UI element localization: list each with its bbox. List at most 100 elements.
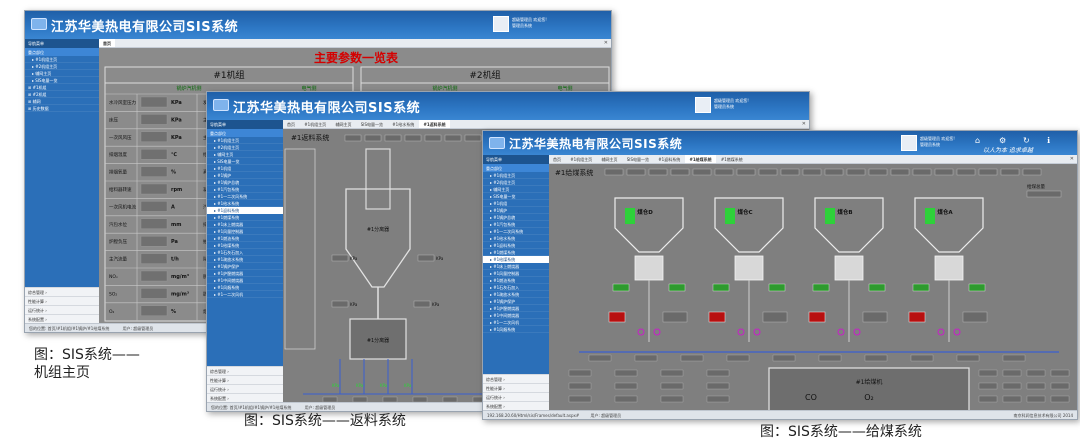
sidebar-item[interactable]: ▸ #1一二次风机	[483, 319, 549, 326]
readout-box	[802, 168, 822, 176]
tab-return[interactable]: #1返料系统	[419, 120, 450, 128]
avatar[interactable]	[493, 16, 509, 32]
refresh-icon[interactable]: ↻	[1023, 136, 1030, 145]
sidebar-item[interactable]: ▸ SIS电量一览	[207, 158, 283, 165]
sidebar-item[interactable]: ▸ 辅网主页	[25, 70, 99, 77]
param-unit: rpm	[171, 187, 182, 193]
sidebar-item[interactable]: ▸ #1风量控制器	[483, 270, 549, 277]
sidebar-item[interactable]: ▸ #1汽包系统	[483, 221, 549, 228]
sidebar-item[interactable]: ▸ 辅网主页	[483, 186, 549, 193]
sidebar-item[interactable]: ▸ #1机组	[483, 200, 549, 207]
readout-box	[824, 168, 844, 176]
sidebar-item[interactable]: ▸ #1机组主页	[207, 137, 283, 144]
sidebar-item[interactable]: ▸ #1床上燃烧器	[207, 221, 283, 228]
sidebar-group-key[interactable]: 重点部位	[207, 129, 283, 137]
tab-coal-feed[interactable]: #1给煤系统	[685, 155, 716, 163]
tab-unit1[interactable]: #1机组主页	[300, 120, 330, 128]
sidebar-item[interactable]: ▸ #2机组主页	[25, 63, 99, 70]
readout-box	[1050, 369, 1070, 377]
sidebar-item[interactable]: ▸ #1炉膛燃烧器	[207, 270, 283, 277]
sidebar-bottom-item[interactable]: 运行统计 ›	[483, 392, 549, 401]
sidebar-category[interactable]: ⊞ 辅网	[25, 98, 99, 105]
sidebar-item[interactable]: ▸ #1锅炉保护	[483, 298, 549, 305]
sidebar-item[interactable]: ▸ #1风量控制器	[207, 228, 283, 235]
sidebar-item[interactable]: ▸ #1一二次风系统	[207, 193, 283, 200]
tab-home[interactable]: 首页	[99, 39, 115, 47]
sidebar-item[interactable]: ▸ #1给煤系统	[483, 256, 549, 263]
sidebar-item[interactable]: ▸ #1疏放水系统	[207, 256, 283, 263]
tab-unit1[interactable]: #1机组主页	[566, 155, 596, 163]
sidebar-category[interactable]: ⊞ #2机组	[25, 91, 99, 98]
sidebar-item[interactable]: ▸ #1机组主页	[483, 172, 549, 179]
tab-home[interactable]: 首页	[549, 155, 565, 163]
sidebar-item[interactable]: ▸ #1锅炉	[207, 172, 283, 179]
co-label: CO	[805, 393, 817, 402]
readout-box	[714, 168, 734, 176]
sidebar-item[interactable]: ▸ #1汽包系统	[207, 186, 283, 193]
tab-aux[interactable]: 辅网主页	[331, 120, 355, 128]
settings-icon[interactable]: ⚙	[999, 136, 1006, 145]
sidebar-item[interactable]: ▸ #1机组主页	[25, 56, 99, 63]
sidebar-item[interactable]: ▸ #1锅炉保护	[207, 263, 283, 270]
close-icon[interactable]: ✕	[604, 40, 608, 46]
sidebar-category[interactable]: ⊞ #1机组	[25, 84, 99, 91]
sidebar-item[interactable]: ▸ #1给水系统	[483, 235, 549, 242]
sidebar-item[interactable]: ▸ #1燃油系统	[483, 277, 549, 284]
home-icon[interactable]: ⌂	[975, 136, 980, 145]
sidebar-item[interactable]: ▸ #1给煤系统	[207, 242, 283, 249]
sidebar-item[interactable]: ▸ #1一二次风系统	[483, 228, 549, 235]
sidebar-item[interactable]: ▸ #1燃油系统	[207, 235, 283, 242]
tab-aux[interactable]: 辅网主页	[597, 155, 621, 163]
sidebar-item[interactable]: ▸ #1锅炉总貌	[483, 214, 549, 221]
sidebar-item[interactable]: ▸ #1床上燃烧器	[483, 263, 549, 270]
tab-feedwater[interactable]: #1给水系统	[388, 120, 418, 128]
sidebar-item[interactable]: ▸ SIS电量一览	[483, 193, 549, 200]
sidebar-item[interactable]: ▸ #1石灰石加入	[483, 284, 549, 291]
avatar[interactable]	[901, 135, 917, 151]
sidebar-bottom-item[interactable]: 综合管理 ›	[25, 287, 99, 296]
sidebar-item[interactable]: ▸ #1疏放水系统	[483, 291, 549, 298]
sidebar-category[interactable]: ⊞ 历史数据	[25, 105, 99, 112]
tab-coal-burn[interactable]: #1燃煤系统	[717, 155, 747, 163]
sidebar-bottom-item[interactable]: 性能计算 ›	[483, 383, 549, 392]
sidebar-bottom-item[interactable]: 性能计算 ›	[207, 375, 283, 384]
close-icon[interactable]: ✕	[1070, 156, 1074, 162]
sidebar-bottom-item[interactable]: 系统配置 ›	[207, 393, 283, 402]
avatar[interactable]	[695, 97, 711, 113]
sidebar-bottom-item[interactable]: 综合管理 ›	[207, 366, 283, 375]
sidebar-item[interactable]: ▸ 辅网主页	[207, 151, 283, 158]
sidebar-bottom-item[interactable]: 性能计算 ›	[25, 296, 99, 305]
sidebar-bottom-item[interactable]: 运行统计 ›	[25, 305, 99, 314]
sidebar-item[interactable]: ▸ #1燃煤系统	[207, 214, 283, 221]
close-icon[interactable]: ✕	[802, 121, 806, 127]
sidebar-item[interactable]: ▸ #2机组主页	[207, 144, 283, 151]
tab-home[interactable]: 首页	[283, 120, 299, 128]
sidebar-item[interactable]: ▸ #1给水系统	[207, 200, 283, 207]
info-icon[interactable]: ℹ	[1047, 136, 1050, 145]
sidebar-item[interactable]: ▸ #1机组	[207, 165, 283, 172]
sidebar-group-key[interactable]: 重点部位	[483, 164, 549, 172]
unit-label: KPa	[350, 302, 358, 307]
sidebar-bottom-item[interactable]: 系统配置 ›	[483, 401, 549, 410]
sidebar-item[interactable]: ▸ #1锅炉	[483, 207, 549, 214]
sidebar-bottom-item[interactable]: 运行统计 ›	[207, 384, 283, 393]
sidebar-item[interactable]: ▸ #1燃煤系统	[483, 249, 549, 256]
sidebar-item[interactable]: ▸ #1返料系统	[207, 207, 283, 214]
sidebar-item[interactable]: ▸ #1炉膛燃烧器	[483, 305, 549, 312]
sidebar-item[interactable]: ▸ #1中间燃烧器	[483, 312, 549, 319]
tab-power[interactable]: SIS电量一览	[623, 155, 653, 163]
sidebar-item[interactable]: ▸ #1返料系统	[483, 242, 549, 249]
sidebar-item[interactable]: ▸ SIS电量一览	[25, 77, 99, 84]
tab-return[interactable]: #1返料系统	[654, 155, 684, 163]
sidebar-item[interactable]: ▸ #1风烟系统	[483, 326, 549, 333]
sidebar-item[interactable]: ▸ #1一二次风机	[207, 291, 283, 298]
sidebar-item[interactable]: ▸ #1风烟系统	[207, 284, 283, 291]
sidebar-item[interactable]: ▸ #2机组主页	[483, 179, 549, 186]
sidebar-bottom-item[interactable]: 系统配置 ›	[25, 314, 99, 323]
sidebar-group-key[interactable]: 重点部位	[25, 48, 99, 56]
sidebar-bottom-item[interactable]: 综合管理 ›	[483, 374, 549, 383]
sidebar-item[interactable]: ▸ #1中间燃烧器	[207, 277, 283, 284]
sidebar-item[interactable]: ▸ #1石灰石加入	[207, 249, 283, 256]
tab-power[interactable]: SIS电量一览	[357, 120, 387, 128]
sidebar-item[interactable]: ▸ #1锅炉总貌	[207, 179, 283, 186]
